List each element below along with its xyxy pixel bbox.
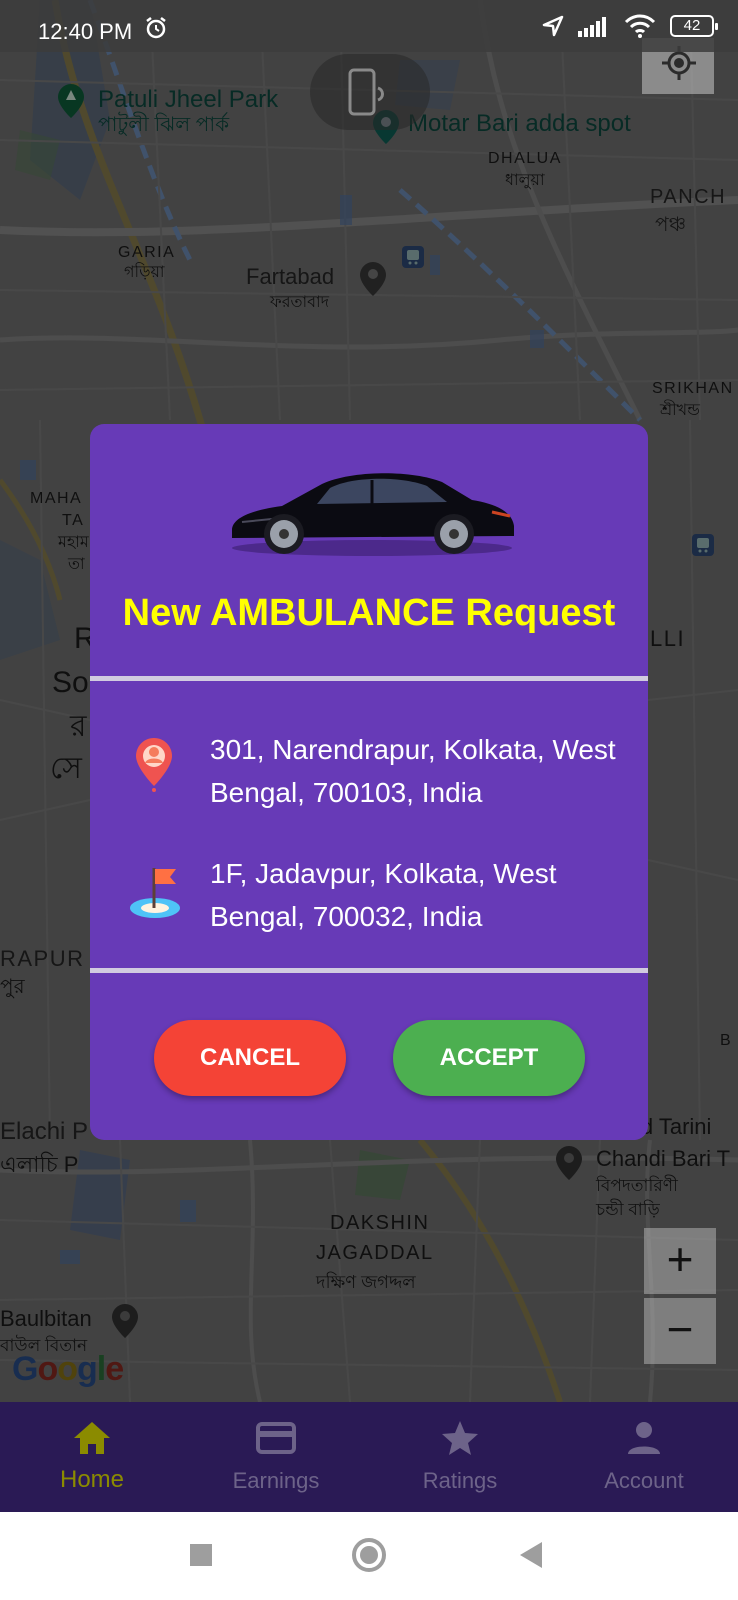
pickup-address: 301, Narendrapur, Kolkata, West Bengal, … [210,734,616,808]
person-icon [628,1422,660,1454]
system-navigation-bar [0,1512,738,1600]
nav-label: Earnings [232,1468,320,1493]
credit-card-icon [256,1422,296,1454]
nav-item-home[interactable]: Home [0,1402,184,1512]
signal-icon [578,17,606,37]
back-icon[interactable] [520,1542,542,1568]
bottom-navigation: Home Earnings Ratings Account [0,1402,738,1512]
nav-label: Ratings [422,1468,498,1493]
recents-icon[interactable] [190,1544,212,1566]
call-driver-badge[interactable] [310,54,430,130]
cancel-button[interactable]: CANCEL [154,1020,346,1096]
pickup-pin-icon [136,738,172,792]
nav-label: Account [604,1468,684,1493]
destination-flag-icon [130,868,180,918]
star-icon [442,1421,478,1455]
ride-request-dialog: New AMBULANCE Request 301, Narendrapur, … [90,424,648,1140]
nav-item-ratings[interactable]: Ratings [368,1402,552,1512]
nav-label: Home [59,1466,125,1493]
zoom-out-button[interactable]: − [644,1298,716,1364]
wifi-icon [624,14,656,38]
home-button-icon[interactable] [352,1538,386,1572]
alarm-icon [146,17,166,39]
divider [90,968,648,973]
status-bar: 12:40 PM 42 [0,0,738,52]
phone-icon [348,68,384,116]
divider [90,676,648,681]
accept-button[interactable]: ACCEPT [393,1020,585,1096]
nav-item-account[interactable]: Account [552,1402,736,1512]
dialog-title: New AMBULANCE Request [122,592,616,634]
navigation-icon [542,15,564,37]
car-image [232,473,514,556]
drop-address: 1F, Jadavpur, Kolkata, West Bengal, 7000… [210,858,557,932]
battery-indicator: 42 [670,15,718,37]
nav-item-earnings[interactable]: Earnings [184,1402,368,1512]
zoom-in-button[interactable]: + [644,1228,716,1294]
status-time: 12:40 PM [38,19,133,44]
home-icon [74,1422,110,1454]
